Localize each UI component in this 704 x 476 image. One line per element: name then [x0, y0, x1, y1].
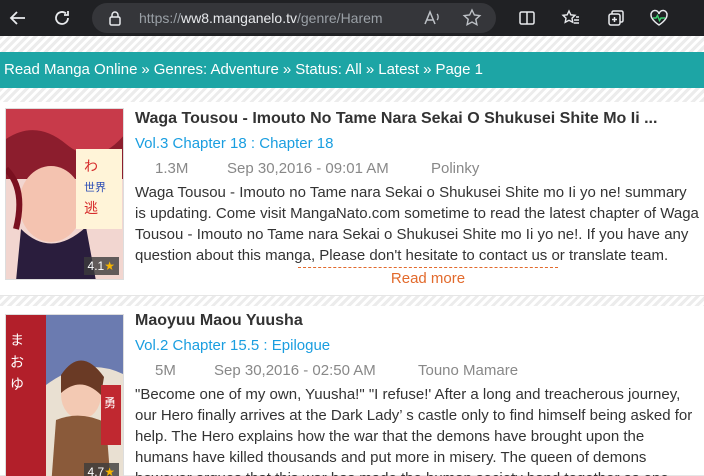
- back-icon[interactable]: [7, 7, 29, 29]
- star-icon: ★: [104, 259, 115, 273]
- manga-title-link[interactable]: Waga Tousou - Imouto No Tame Nara Sekai …: [135, 110, 657, 128]
- breadcrumb-separator: »: [282, 61, 292, 78]
- update-date: Sep 30,2016 - 09:01 AM: [227, 160, 389, 177]
- chapter-link[interactable]: Vol.3 Chapter 18 : Chapter 18: [135, 135, 333, 152]
- view-count: 5M: [155, 362, 176, 379]
- rating-badge: 4.1★: [83, 257, 119, 275]
- svg-text:ま: ま: [10, 333, 24, 349]
- lock-icon[interactable]: [108, 10, 122, 31]
- favorites-icon[interactable]: [560, 7, 582, 29]
- breadcrumb-genre-link[interactable]: Genres: Adventure: [154, 61, 279, 78]
- svg-text:ゆ: ゆ: [10, 377, 24, 393]
- breadcrumb: Read Manga Online» Genres: Adventure» Stat…: [0, 52, 704, 88]
- breadcrumb-latest-link[interactable]: Latest: [378, 61, 419, 78]
- breadcrumb-separator: »: [365, 61, 375, 78]
- view-count: 1.3M: [155, 160, 189, 177]
- browser-essentials-icon[interactable]: [648, 7, 670, 29]
- refresh-icon[interactable]: [51, 7, 73, 29]
- star-icon: ★: [104, 465, 115, 476]
- collections-icon[interactable]: [605, 7, 627, 29]
- breadcrumb-status-link[interactable]: Status: All: [295, 61, 362, 78]
- manga-list-item: ま お ゆ 勇 4.7★ Maoyuu Maou Yuusha Vol.2 Ch…: [0, 306, 704, 476]
- breadcrumb-page: Page 1: [435, 61, 483, 78]
- split-screen-icon[interactable]: [516, 7, 538, 29]
- stripe-divider: [0, 36, 704, 52]
- url-text[interactable]: https://ww8.manganelo.tv/genre/Harem: [139, 10, 383, 26]
- read-more-link[interactable]: Read more: [298, 267, 558, 287]
- manga-list-item: わ 世界 逃 4.1★ Waga Tousou - Imouto No Tame…: [0, 102, 704, 296]
- breadcrumb-separator: »: [423, 61, 432, 78]
- manga-summary: Waga Tousou - Imouto no Tame nara Sekai …: [135, 184, 699, 264]
- favorite-star-icon[interactable]: [462, 8, 482, 33]
- stripe-divider: [0, 88, 704, 102]
- manga-cover-image[interactable]: わ 世界 逃 4.1★: [5, 108, 124, 280]
- author-name: Touno Mamare: [418, 362, 519, 379]
- svg-text:逃: 逃: [84, 201, 98, 217]
- read-aloud-icon[interactable]: [422, 8, 442, 33]
- chapter-link[interactable]: Vol.2 Chapter 15.5 : Epilogue: [135, 337, 330, 354]
- svg-text:勇: 勇: [104, 396, 116, 410]
- manga-title-link[interactable]: Maoyuu Maou Yuusha: [135, 312, 303, 330]
- svg-text:わ: わ: [84, 159, 98, 175]
- update-date: Sep 30,2016 - 02:50 AM: [214, 362, 376, 379]
- svg-text:世界: 世界: [84, 181, 106, 194]
- manga-summary: "Become one of my own, Yuusha!" "I refus…: [135, 386, 693, 476]
- browser-toolbar: https://ww8.manganelo.tv/genre/Harem: [0, 0, 704, 36]
- breadcrumb-separator: »: [141, 61, 150, 78]
- svg-text:お: お: [10, 355, 24, 371]
- address-bar[interactable]: https://ww8.manganelo.tv/genre/Harem: [92, 3, 496, 33]
- stripe-divider: [0, 296, 704, 306]
- breadcrumb-home-link[interactable]: Read Manga Online: [4, 61, 137, 78]
- manga-cover-image[interactable]: ま お ゆ 勇 4.7★: [5, 314, 124, 476]
- author-name: Polinky: [431, 160, 480, 177]
- rating-badge: 4.7★: [83, 463, 119, 476]
